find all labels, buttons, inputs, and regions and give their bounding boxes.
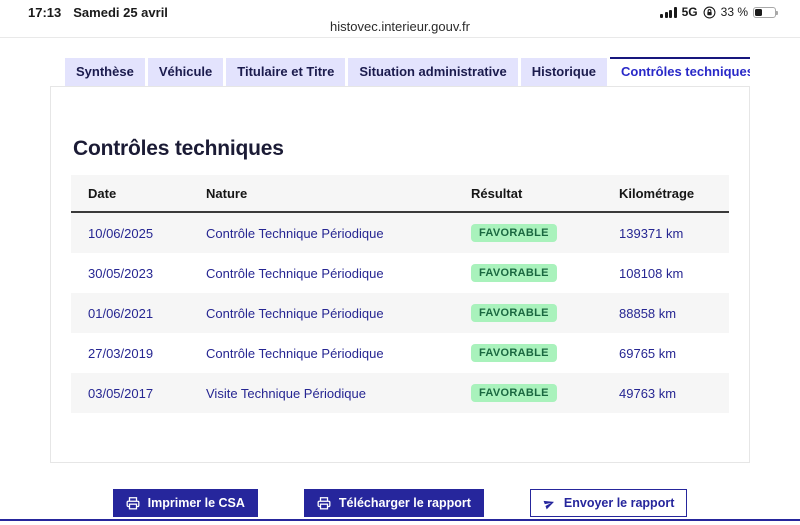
column-header-date: Date bbox=[88, 185, 117, 201]
button-label: Télécharger le rapport bbox=[338, 495, 471, 510]
status-badge: FAVORABLE bbox=[471, 224, 557, 242]
tab-titulaire-et-titre[interactable]: Titulaire et Titre bbox=[226, 58, 346, 86]
status-badge: FAVORABLE bbox=[471, 264, 557, 282]
cell-date: 01/06/2021 bbox=[88, 305, 154, 321]
tab-bar: Synthèse Véhicule Titulaire et Titre Sit… bbox=[65, 56, 750, 86]
tab-vehicule[interactable]: Véhicule bbox=[147, 58, 224, 86]
orientation-lock-icon bbox=[703, 6, 716, 19]
clock: 17:13 bbox=[28, 5, 62, 20]
printer-icon bbox=[126, 496, 140, 510]
inspections-table: Date Nature Résultat Kilométrage 10/06/2… bbox=[71, 175, 729, 413]
cell-date: 27/03/2019 bbox=[88, 345, 154, 361]
table-row: 03/05/2017 Visite Technique Périodique F… bbox=[71, 373, 729, 413]
table-row: 10/06/2025 Contrôle Technique Périodique… bbox=[71, 213, 729, 253]
status-badge: FAVORABLE bbox=[471, 344, 557, 362]
cell-kilometrage: 88858 km bbox=[619, 305, 677, 321]
table-row: 30/05/2023 Contrôle Technique Périodique… bbox=[71, 253, 729, 293]
footer-divider bbox=[0, 519, 800, 521]
battery-percent-label: 33 % bbox=[720, 5, 748, 19]
status-left: 17:13 Samedi 25 avril bbox=[28, 5, 168, 20]
cell-nature: Contrôle Technique Périodique bbox=[206, 225, 384, 241]
cellular-signal-icon bbox=[660, 6, 677, 18]
status-badge: FAVORABLE bbox=[471, 304, 557, 322]
table-header-row: Date Nature Résultat Kilométrage bbox=[71, 175, 729, 213]
button-label: Envoyer le rapport bbox=[563, 495, 675, 510]
tab-controles-techniques[interactable]: Contrôles techniques bbox=[610, 57, 750, 86]
cell-date: 30/05/2023 bbox=[88, 265, 154, 281]
print-csa-button[interactable]: Imprimer le CSA bbox=[112, 489, 258, 517]
tab-synthese[interactable]: Synthèse bbox=[65, 58, 145, 86]
button-label: Imprimer le CSA bbox=[147, 495, 245, 510]
page-title: Contrôles techniques bbox=[73, 137, 284, 160]
status-bar: 17:13 Samedi 25 avril histovec.interieur… bbox=[0, 0, 800, 38]
send-icon bbox=[541, 495, 558, 512]
battery-icon bbox=[753, 6, 778, 18]
tab-historique[interactable]: Historique bbox=[520, 58, 608, 86]
tab-panel-controles-techniques: Contrôles techniques Date Nature Résulta… bbox=[50, 86, 750, 463]
column-header-nature: Nature bbox=[206, 185, 248, 201]
cell-date: 03/05/2017 bbox=[88, 385, 154, 401]
network-type-label: 5G bbox=[681, 5, 698, 19]
status-badge: FAVORABLE bbox=[471, 384, 557, 402]
table-row: 01/06/2021 Contrôle Technique Périodique… bbox=[71, 293, 729, 333]
date-label: Samedi 25 avril bbox=[73, 5, 168, 20]
action-buttons: Imprimer le CSA Télécharger le rapport E… bbox=[0, 489, 800, 517]
download-report-button[interactable]: Télécharger le rapport bbox=[303, 489, 484, 517]
tab-situation-administrative[interactable]: Situation administrative bbox=[348, 58, 518, 86]
send-report-button[interactable]: Envoyer le rapport bbox=[529, 489, 688, 517]
cell-kilometrage: 69765 km bbox=[619, 345, 677, 361]
cell-kilometrage: 108108 km bbox=[619, 265, 684, 281]
status-right: 5G 33 % bbox=[660, 5, 778, 19]
cell-nature: Contrôle Technique Périodique bbox=[206, 345, 384, 361]
cell-nature: Visite Technique Périodique bbox=[206, 385, 366, 401]
cell-nature: Contrôle Technique Périodique bbox=[206, 305, 384, 321]
cell-kilometrage: 139371 km bbox=[619, 225, 684, 241]
printer-icon bbox=[317, 496, 331, 510]
table-row: 27/03/2019 Contrôle Technique Périodique… bbox=[71, 333, 729, 373]
cell-nature: Contrôle Technique Périodique bbox=[206, 265, 384, 281]
address-bar[interactable]: histovec.interieur.gouv.fr bbox=[0, 19, 800, 34]
column-header-resultat: Résultat bbox=[471, 185, 523, 201]
column-header-kilometrage: Kilométrage bbox=[619, 185, 695, 201]
cell-date: 10/06/2025 bbox=[88, 225, 154, 241]
cell-kilometrage: 49763 km bbox=[619, 385, 677, 401]
